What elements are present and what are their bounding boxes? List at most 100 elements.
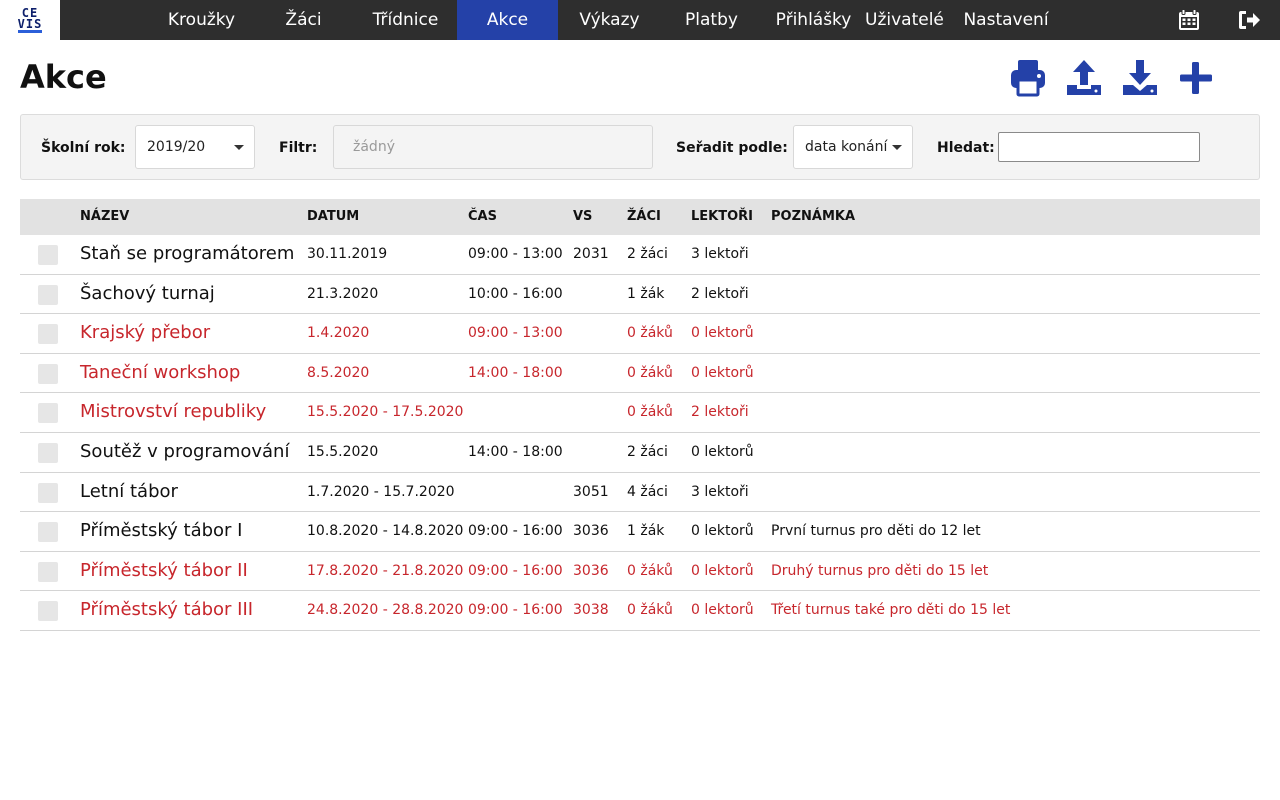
row-checkbox[interactable] (38, 403, 58, 424)
row-checkbox[interactable] (38, 442, 58, 463)
download-icon[interactable] (1120, 58, 1160, 98)
logo-line-2: VIS (17, 16, 43, 33)
cell-students: 1 žák (627, 523, 665, 540)
sort-value: data konání (805, 139, 888, 155)
cell-name: Příměstský tábor II (80, 559, 248, 581)
cell-vs: 3036 (573, 523, 609, 540)
table-row[interactable]: Krajský přebor 1.4.2020 09:00 - 13:00 0 žák… (20, 314, 1260, 354)
cell-date: 8.5.2020 (307, 364, 370, 381)
nav-item[interactable]: Akce (457, 0, 558, 40)
column-header-note[interactable]: POZNÁMKA (771, 209, 855, 224)
table-row[interactable]: Příměstský tábor II 17.8.2020 - 21.8.2020… (20, 552, 1260, 592)
events-table: NÁZEV DATUM ČAS VS ŽÁCI LEKTOŘI POZNÁMKA… (20, 199, 1260, 631)
cevis-logo[interactable]: CE VIS (0, 0, 60, 40)
column-header-date[interactable]: DATUM (307, 209, 359, 224)
print-icon[interactable] (1008, 58, 1048, 98)
cell-students: 2 žáci (627, 443, 668, 460)
cell-time: 09:00 - 13:00 (468, 325, 563, 342)
nav-item[interactable]: Třídnice (354, 0, 457, 40)
cell-date: 24.8.2020 - 28.8.2020 (307, 602, 464, 619)
plus-icon[interactable] (1176, 58, 1216, 98)
row-checkbox[interactable] (38, 284, 58, 305)
cell-students: 0 žáků (627, 602, 673, 619)
chevron-down-icon (892, 145, 902, 150)
nav-item[interactable]: Nastavení (943, 0, 1069, 40)
table-row[interactable]: Staň se programátorem 30.11.2019 09:00 - 1… (20, 235, 1260, 275)
column-header-lecturers[interactable]: LEKTOŘI (691, 209, 753, 224)
cell-date: 1.7.2020 - 15.7.2020 (307, 483, 455, 500)
cell-name: Taneční workshop (80, 361, 241, 383)
table-header: NÁZEV DATUM ČAS VS ŽÁCI LEKTOŘI POZNÁMKA (20, 199, 1260, 235)
nav-item[interactable]: Kroužky (150, 0, 253, 40)
cell-date: 17.8.2020 - 21.8.2020 (307, 562, 464, 579)
table-row[interactable]: Letní tábor 1.7.2020 - 15.7.2020 3051 4 žác… (20, 473, 1260, 513)
filter-input[interactable] (333, 125, 653, 169)
sort-label: Seřadit podle: (676, 140, 788, 156)
cell-students: 1 žák (627, 285, 665, 302)
cell-note: První turnus pro děti do 12 let (771, 523, 981, 540)
search-input[interactable] (998, 132, 1200, 162)
nav-item[interactable]: Výkazy (558, 0, 661, 40)
column-header-students[interactable]: ŽÁCI (627, 209, 661, 224)
table-body: Staň se programátorem 30.11.2019 09:00 - 1… (20, 235, 1260, 631)
cell-students: 0 žáků (627, 404, 673, 421)
cell-time: 14:00 - 18:00 (468, 443, 563, 460)
row-checkbox[interactable] (38, 482, 58, 503)
column-header-vs[interactable]: VS (573, 209, 592, 224)
cell-vs: 2031 (573, 246, 609, 262)
row-checkbox[interactable] (38, 245, 58, 265)
main-nav: Kroužky Žáci Třídnice Akce Výkazy Platby Přihl… (150, 0, 1069, 40)
table-row[interactable]: Soutěž v programování 15.5.2020 14:00 - 18… (20, 433, 1260, 473)
row-checkbox[interactable] (38, 363, 58, 384)
upload-icon[interactable] (1064, 58, 1104, 98)
cell-time: 09:00 - 16:00 (468, 602, 563, 619)
cell-note: Druhý turnus pro děti do 15 let (771, 562, 989, 579)
cell-vs: 3036 (573, 562, 609, 579)
table-row[interactable]: Mistrovství republiky 15.5.2020 - 17.5.20… (20, 393, 1260, 433)
table-row[interactable]: Příměstský tábor I 10.8.2020 - 14.8.2020 0… (20, 512, 1260, 552)
cell-lecturers: 0 lektorů (691, 443, 754, 460)
cell-name: Příměstský tábor III (80, 599, 254, 621)
nav-item[interactable]: Uživatelé (865, 0, 944, 40)
sort-select[interactable]: data konání (793, 125, 913, 169)
row-checkbox[interactable] (38, 324, 58, 345)
row-checkbox[interactable] (38, 601, 58, 622)
table-row[interactable]: Šachový turnaj 21.3.2020 10:00 - 16:00 1 žá… (20, 275, 1260, 315)
cell-note: Třetí turnus také pro děti do 15 let (771, 602, 1011, 619)
cell-name: Letní tábor (80, 480, 178, 502)
nav-item[interactable]: Žáci (253, 0, 354, 40)
cell-name: Soutěž v programování (80, 440, 290, 462)
cell-students: 0 žáků (627, 364, 673, 381)
cell-date: 15.5.2020 (307, 443, 379, 460)
calendar-icon[interactable] (1177, 8, 1201, 32)
table-row[interactable]: Příměstský tábor III 24.8.2020 - 28.8.202… (20, 591, 1260, 631)
row-checkbox[interactable] (38, 561, 58, 582)
cell-students: 0 žáků (627, 562, 673, 579)
logout-icon[interactable] (1237, 8, 1261, 32)
cell-time: 09:00 - 16:00 (468, 523, 563, 540)
row-checkbox[interactable] (38, 522, 58, 543)
nav-item[interactable]: Přihlášky (762, 0, 865, 40)
cell-lecturers: 2 lektoři (691, 285, 749, 302)
cell-lecturers: 0 lektorů (691, 364, 754, 381)
column-header-time[interactable]: ČAS (468, 209, 497, 224)
table-row[interactable]: Taneční workshop 8.5.2020 14:00 - 18:00 0 ž… (20, 354, 1260, 394)
filter-panel: Školní rok: 2019/20 Filtr: Seřadit podle… (20, 114, 1260, 180)
cell-lecturers: 3 lektoři (691, 483, 749, 500)
cell-name: Krajský přebor (80, 322, 211, 344)
cell-lecturers: 0 lektorů (691, 562, 754, 579)
cell-name: Mistrovství republiky (80, 401, 267, 423)
cell-lecturers: 0 lektorů (691, 602, 754, 619)
page-title: Akce (20, 58, 107, 96)
cell-name: Staň se programátorem (80, 243, 295, 264)
school-year-select[interactable]: 2019/20 (135, 125, 255, 169)
cell-time: 10:00 - 16:00 (468, 285, 563, 302)
cell-name: Šachový turnaj (80, 282, 215, 304)
filter-label: Filtr: (279, 140, 318, 156)
nav-item[interactable]: Platby (661, 0, 762, 40)
cell-date: 21.3.2020 (307, 285, 379, 302)
cell-date: 10.8.2020 - 14.8.2020 (307, 523, 464, 540)
cell-date: 30.11.2019 (307, 246, 388, 262)
school-year-label: Školní rok: (41, 140, 126, 156)
column-header-name[interactable]: NÁZEV (80, 209, 129, 224)
